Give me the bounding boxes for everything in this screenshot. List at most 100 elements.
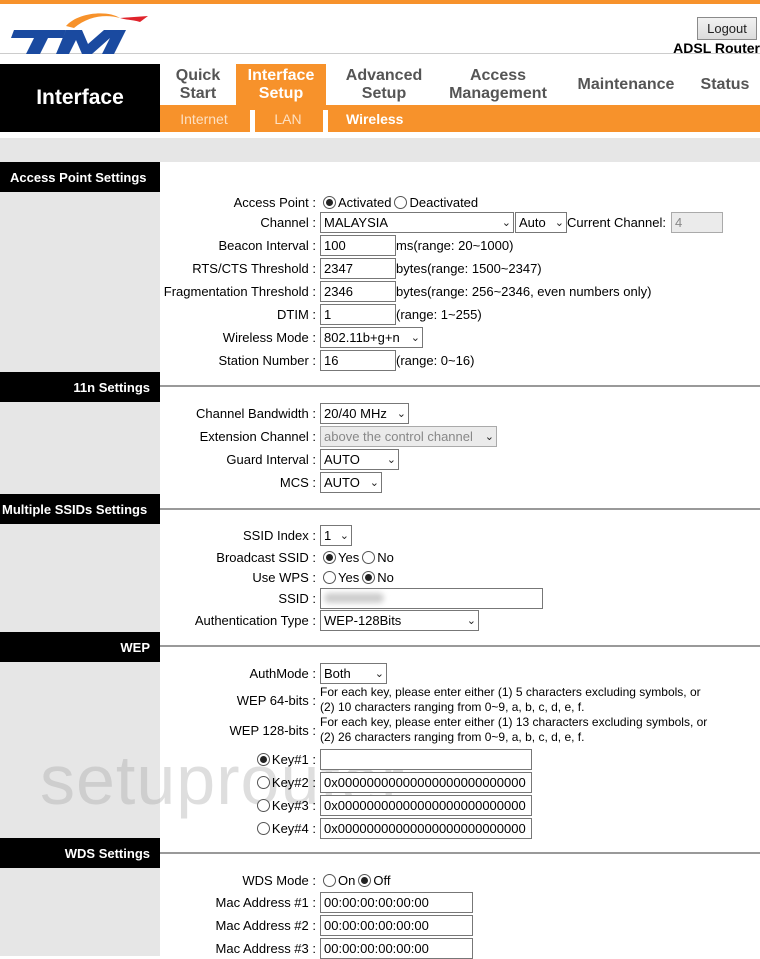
ssid-index-select[interactable]: 1 ⌄	[320, 524, 352, 546]
extension-channel-select: above the control channel ⌄	[320, 425, 497, 447]
row-ssid: SSID :	[160, 587, 760, 609]
radio-wps-no[interactable]	[362, 570, 376, 584]
row-wep64: WEP 64-bits : For each key, please enter…	[160, 684, 760, 716]
row-mac2: Mac Address #2 :	[160, 914, 760, 936]
mac-address-1-input[interactable]	[320, 891, 473, 913]
fragmentation-hint: bytes(range: 256~2346, even numbers only…	[396, 283, 652, 299]
row-key1: Key#1 :	[160, 748, 760, 770]
label-ssid-index: SSID Index :	[243, 527, 316, 543]
tab-maintenance[interactable]: Maintenance	[566, 64, 686, 105]
radio-broadcast-no[interactable]	[362, 550, 376, 564]
row-rts: RTS/CTS Threshold : bytes(range: 1500~23…	[160, 257, 760, 279]
label-key4: Key#4 :	[254, 821, 316, 836]
subtab-lan[interactable]: LAN	[255, 105, 321, 132]
tab-quick-start[interactable]: Quick Start	[160, 64, 236, 105]
row-ssid-index: SSID Index : 1 ⌄	[160, 524, 760, 546]
key2-input[interactable]	[320, 771, 532, 793]
channel-region-select[interactable]: MALAYSIA ⌄	[320, 211, 514, 233]
rts-threshold-input[interactable]	[320, 257, 396, 279]
label-wep128: WEP 128-bits :	[229, 722, 316, 738]
radio-key3[interactable]	[256, 798, 270, 812]
section-wep: WEP	[0, 632, 160, 662]
station-hint: (range: 0~16)	[396, 352, 475, 368]
radio-wds-off[interactable]	[358, 873, 372, 887]
redacted-value	[324, 593, 384, 603]
label-extension-channel: Extension Channel :	[199, 428, 316, 444]
beacon-interval-input[interactable]	[320, 234, 396, 256]
radio-deactivated[interactable]	[394, 195, 408, 209]
tab-interface-setup[interactable]: Interface Setup	[236, 64, 326, 105]
ssid-input[interactable]	[320, 587, 543, 609]
row-mac1: Mac Address #1 :	[160, 891, 760, 913]
key3-input[interactable]	[320, 794, 532, 816]
radio-broadcast-yes[interactable]	[323, 550, 336, 564]
chevron-down-icon: ⌄	[466, 614, 476, 627]
label-rts: RTS/CTS Threshold :	[192, 260, 316, 276]
mac-address-3-input[interactable]	[320, 937, 473, 959]
dtim-hint: (range: 1~255)	[396, 306, 482, 322]
main-tabs: Quick Start Interface Setup Advanced Setup …	[160, 64, 760, 105]
label-use-wps: Use WPS :	[252, 569, 316, 585]
key1-input[interactable]	[320, 748, 532, 770]
left-column	[0, 162, 160, 956]
label-ssid: SSID :	[278, 590, 316, 606]
row-wireless-mode: Wireless Mode : 802.11b+g+n ⌄	[160, 326, 760, 348]
guard-interval-select[interactable]: AUTO ⌄	[320, 448, 399, 470]
subtab-wireless[interactable]: Wireless	[328, 105, 428, 132]
authentication-type-select[interactable]: WEP-128Bits ⌄	[320, 609, 479, 631]
radio-wds-on[interactable]	[323, 873, 336, 887]
row-wds-mode: WDS Mode : On Off	[160, 869, 760, 891]
beacon-hint: ms(range: 20~1000)	[396, 237, 514, 253]
dtim-input[interactable]	[320, 303, 396, 325]
fragmentation-threshold-input[interactable]	[320, 280, 396, 302]
channel-bandwidth-select[interactable]: 20/40 MHz ⌄	[320, 402, 409, 424]
wireless-mode-select[interactable]: 802.11b+g+n ⌄	[320, 326, 423, 348]
label-wireless-mode: Wireless Mode :	[222, 329, 316, 345]
chevron-down-icon: ⌄	[386, 453, 396, 466]
channel-select[interactable]: Auto ⌄	[515, 211, 567, 233]
subtab-internet[interactable]: Internet	[160, 105, 248, 132]
tab-access-management[interactable]: Access Management	[442, 64, 554, 105]
divider	[160, 645, 760, 647]
router-model: ADSL Router	[673, 40, 760, 56]
radio-wps-yes[interactable]	[323, 570, 336, 584]
row-wep128: WEP 128-bits : For each key, please ente…	[160, 714, 760, 746]
label-key2: Key#2 :	[254, 775, 316, 790]
logout-button[interactable]: Logout	[697, 17, 757, 40]
on-label: On	[338, 872, 356, 888]
nav-section-title: Interface	[0, 64, 160, 132]
radio-activated[interactable]	[323, 195, 336, 209]
wep64-note: (2) 10 characters ranging from 0~9, a, b…	[320, 700, 585, 714]
label-access-point: Access Point :	[233, 194, 316, 210]
mcs-select[interactable]: AUTO ⌄	[320, 471, 382, 493]
divider	[160, 852, 760, 854]
mac-address-2-input[interactable]	[320, 914, 473, 936]
wep128-note: For each key, please enter either (1) 13…	[320, 715, 708, 729]
chevron-down-icon: ⌄	[501, 216, 511, 229]
row-key3: Key#3 :	[160, 794, 760, 816]
label-broadcast-ssid: Broadcast SSID :	[216, 549, 316, 565]
key4-input[interactable]	[320, 817, 532, 839]
yes-label: Yes	[338, 549, 360, 565]
chevron-down-icon: ⌄	[374, 667, 384, 680]
section-wds: WDS Settings	[0, 838, 160, 868]
station-number-input[interactable]	[320, 349, 396, 371]
label-station-number: Station Number :	[218, 352, 316, 368]
yes-label: Yes	[338, 569, 360, 585]
radio-key1[interactable]	[256, 752, 270, 766]
label-mac1: Mac Address #1 :	[215, 894, 316, 910]
section-multiple-ssids: Multiple SSIDs Settings	[0, 494, 160, 524]
row-auth-type: Authentication Type : WEP-128Bits ⌄	[160, 609, 760, 631]
label-channel: Channel :	[260, 214, 316, 230]
tab-advanced-setup[interactable]: Advanced Setup	[326, 64, 442, 105]
radio-key4[interactable]	[256, 821, 270, 835]
row-dtim: DTIM : (range: 1~255)	[160, 303, 760, 325]
label-key3: Key#3 :	[254, 798, 316, 813]
label-authmode: AuthMode :	[249, 665, 317, 681]
chevron-down-icon: ⌄	[369, 476, 379, 489]
row-broadcast-ssid: Broadcast SSID : Yes No	[160, 546, 760, 568]
activated-label: Activated	[338, 194, 392, 210]
authmode-select[interactable]: Both ⌄	[320, 662, 387, 684]
tab-status[interactable]: Status	[692, 64, 758, 105]
radio-key2[interactable]	[256, 775, 270, 789]
